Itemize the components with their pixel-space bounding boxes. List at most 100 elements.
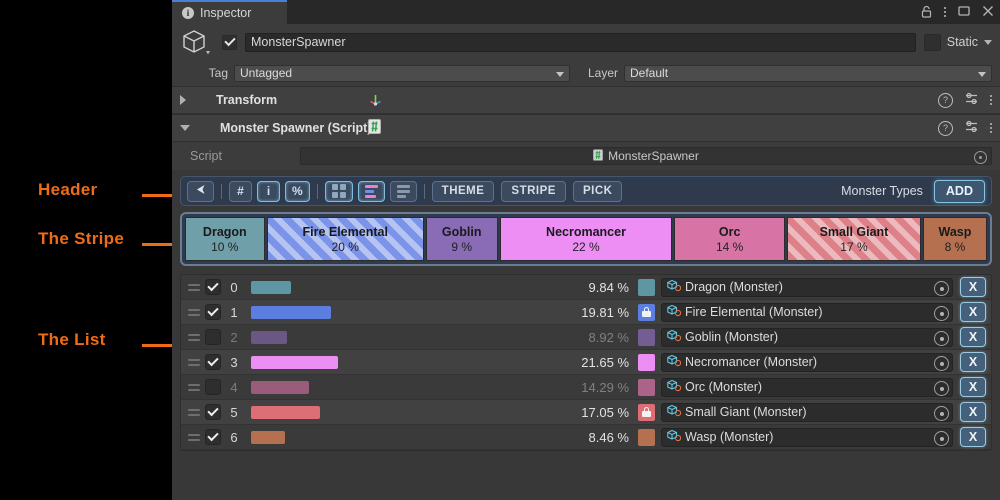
toolbar-button-flash-arrow[interactable] <box>187 180 214 202</box>
list-row[interactable]: 1 19.81 % Fire Elemental (Monster) X <box>181 300 991 325</box>
drag-handle-icon[interactable] <box>186 408 202 416</box>
list-row[interactable]: 2 8.92 % Goblin (Monster) X <box>181 325 991 350</box>
row-remove-button[interactable]: X <box>960 352 986 372</box>
toolbar-button-info[interactable]: i <box>257 180 280 202</box>
tab-inspector-label: Inspector <box>200 6 252 20</box>
list-row[interactable]: 3 21.65 % Necromancer (Monster) X <box>181 350 991 375</box>
close-icon[interactable] <box>982 5 994 19</box>
row-enabled-checkbox[interactable] <box>205 279 221 295</box>
row-object-field[interactable]: Necromancer (Monster) <box>661 352 953 372</box>
stripe-segment[interactable]: Wasp 8 % <box>922 217 987 261</box>
component-header-monster-spawner[interactable]: Monster Spawner (Script) ? <box>172 114 1000 142</box>
toolbar-button-percent[interactable]: % <box>285 180 310 202</box>
list-row[interactable]: 5 17.05 % Small Giant (Monster) X <box>181 400 991 425</box>
preset-icon[interactable] <box>965 92 978 108</box>
row-enabled-checkbox[interactable] <box>205 404 221 420</box>
stripe-segment[interactable]: Necromancer 22 % <box>499 217 673 261</box>
row-remove-button[interactable]: X <box>960 427 986 447</box>
row-color-swatch[interactable] <box>638 428 655 446</box>
toolbar-button-theme[interactable]: THEME <box>431 180 495 202</box>
layer-dropdown[interactable]: Default <box>624 64 992 82</box>
kebab-menu-icon[interactable] <box>944 7 946 17</box>
object-picker-icon[interactable] <box>934 406 949 421</box>
list-row[interactable]: 0 9.84 % Dragon (Monster) X <box>181 275 991 300</box>
row-enabled-checkbox[interactable] <box>205 329 221 345</box>
row-enabled-checkbox[interactable] <box>205 379 221 395</box>
help-icon[interactable]: ? <box>938 120 953 136</box>
row-enabled-checkbox[interactable] <box>205 304 221 320</box>
stripe-segment-percent: 22 % <box>572 239 600 254</box>
distribution-stripe[interactable]: Dragon 10 % Fire Elemental 20 % Goblin 9 % Nec… <box>180 212 992 266</box>
kebab-menu-icon[interactable] <box>990 123 992 133</box>
drag-handle-icon[interactable] <box>186 333 202 341</box>
row-color-swatch[interactable] <box>638 303 655 321</box>
toolbar-button-list-lines[interactable] <box>389 180 417 202</box>
gameobject-enabled-checkbox[interactable] <box>222 34 237 50</box>
stripe-segment[interactable]: Dragon 10 % <box>185 217 265 261</box>
object-picker-icon[interactable] <box>934 381 949 396</box>
list-row[interactable]: 6 8.46 % Wasp (Monster) X <box>181 425 991 450</box>
stripe-segment[interactable]: Fire Elemental 20 % <box>266 217 424 261</box>
percent-icon: % <box>292 184 303 198</box>
row-color-swatch[interactable] <box>638 278 655 296</box>
lock-icon[interactable] <box>921 5 932 20</box>
foldout-arrow-icon[interactable] <box>180 95 186 105</box>
kebab-menu-icon[interactable] <box>990 95 992 105</box>
gameobject-name-input[interactable]: MonsterSpawner <box>245 32 916 52</box>
row-object-field[interactable]: Goblin (Monster) <box>661 327 953 347</box>
object-picker-icon[interactable] <box>934 431 949 446</box>
row-color-swatch[interactable] <box>638 378 655 396</box>
row-object-field[interactable]: Dragon (Monster) <box>661 277 953 297</box>
tag-dropdown[interactable]: Untagged <box>234 64 570 82</box>
row-remove-button[interactable]: X <box>960 402 986 422</box>
component-header-transform[interactable]: Transform ? <box>172 86 1000 114</box>
list-row[interactable]: 4 14.29 % Orc (Monster) X <box>181 375 991 400</box>
chevron-down-icon <box>556 71 564 77</box>
preset-icon[interactable] <box>965 120 978 136</box>
gameobject-cube-icon <box>180 27 214 57</box>
row-weight-bar <box>251 305 331 319</box>
object-picker-icon[interactable] <box>974 151 987 164</box>
row-color-swatch[interactable] <box>638 328 655 346</box>
row-remove-button[interactable]: X <box>960 277 986 297</box>
chevron-down-icon[interactable] <box>984 39 992 45</box>
row-remove-button[interactable]: X <box>960 377 986 397</box>
row-color-swatch[interactable] <box>638 403 655 421</box>
row-object-field[interactable]: Small Giant (Monster) <box>661 402 953 422</box>
stripe-segment[interactable]: Small Giant 17 % <box>787 217 921 261</box>
drag-handle-icon[interactable] <box>186 383 202 391</box>
row-enabled-checkbox[interactable] <box>205 354 221 370</box>
toolbar-button-stripe[interactable]: STRIPE <box>501 180 566 202</box>
row-remove-button[interactable]: X <box>960 302 986 322</box>
static-checkbox[interactable] <box>923 33 941 51</box>
row-color-swatch[interactable] <box>638 353 655 371</box>
object-picker-icon[interactable] <box>934 306 949 321</box>
lock-icon <box>642 307 651 317</box>
row-object-field[interactable]: Fire Elemental (Monster) <box>661 302 953 322</box>
monster-types-label: Monster Types <box>841 184 923 198</box>
tab-inspector[interactable]: i Inspector <box>172 0 287 24</box>
object-picker-icon[interactable] <box>934 281 949 296</box>
foldout-arrow-icon[interactable] <box>180 125 190 131</box>
toolbar-button-hash[interactable]: # <box>229 180 252 202</box>
toolbar-button-pick[interactable]: PICK <box>572 180 623 202</box>
row-remove-button[interactable]: X <box>960 327 986 347</box>
stripe-segment[interactable]: Goblin 9 % <box>425 217 498 261</box>
help-icon[interactable]: ? <box>938 92 953 108</box>
stripe-segment[interactable]: Orc 14 % <box>674 217 785 261</box>
drag-handle-icon[interactable] <box>186 308 202 316</box>
row-enabled-checkbox[interactable] <box>205 429 221 445</box>
drag-handle-icon[interactable] <box>186 433 202 441</box>
object-picker-icon[interactable] <box>934 331 949 346</box>
row-percent: 9.84 % <box>588 279 629 295</box>
toolbar-button-color-bars[interactable] <box>357 180 385 202</box>
drag-handle-icon[interactable] <box>186 358 202 366</box>
maximize-icon[interactable] <box>958 5 970 19</box>
object-picker-icon[interactable] <box>934 356 949 371</box>
script-object-field[interactable]: MonsterSpawner <box>300 147 992 165</box>
row-object-field[interactable]: Orc (Monster) <box>661 377 953 397</box>
add-button[interactable]: ADD <box>933 179 985 203</box>
drag-handle-icon[interactable] <box>186 283 202 291</box>
row-object-field[interactable]: Wasp (Monster) <box>661 427 953 447</box>
toolbar-button-grid-view[interactable] <box>324 180 353 202</box>
